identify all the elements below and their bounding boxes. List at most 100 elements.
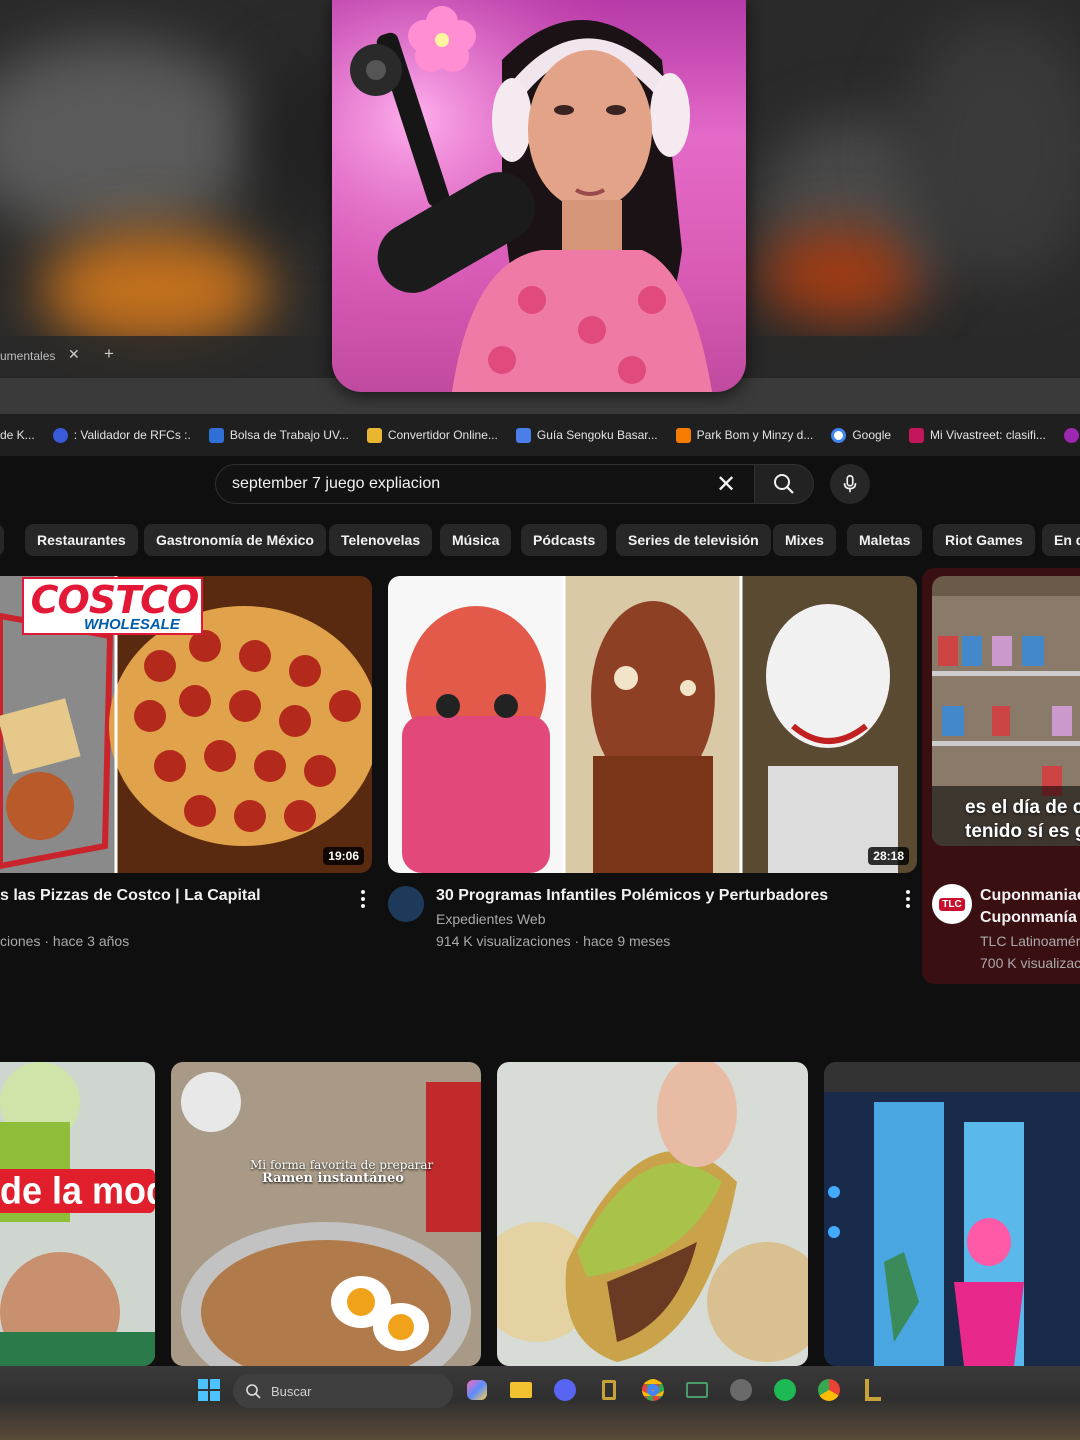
filter-chips: Restaurantes Gastronomía de México Telen… [0,524,1080,556]
short-thumbnail-taco[interactable] [497,1062,808,1366]
chip-telenovelas[interactable]: Telenovelas [329,524,433,556]
chip-series[interactable]: Series de televisión [616,524,771,556]
bookmark-label: Guía Sengoku Basar... [536,428,658,442]
bookmark-label: Convertidor Online... [387,428,498,442]
chip-podcasts[interactable]: Pódcasts [521,524,608,556]
bookmark-label: Google [852,428,892,442]
converter-icon [366,427,382,443]
app-icon[interactable] [597,1378,621,1402]
windows-icon [198,1379,220,1401]
bookmark-9[interactable]: Le [1063,427,1080,443]
microphone-icon [843,474,857,493]
search-icon [246,1384,261,1399]
clear-search-icon[interactable]: ✕ [714,470,738,499]
blogger-icon [675,427,691,443]
bookmark-8[interactable]: Mi Vivastreet: clasifi... [909,427,1046,443]
tlc-avatar-text: TLC [939,897,965,911]
windows-start-button[interactable] [197,1378,221,1402]
bookmarks-bar: de K... : Validador de RFCs :. Bolsa de … [0,414,1080,456]
short-thumbnail-ramen[interactable] [171,1062,481,1366]
windows-taskbar [0,1366,1080,1440]
taco-image [497,1062,808,1366]
bookmark-7[interactable]: Google [831,427,892,443]
short-thumbnail-moda[interactable] [0,1062,155,1366]
google-docs-icon [515,427,531,443]
bookmark-1[interactable]: de K... [0,428,35,442]
bookmark-label: Mi Vivastreet: clasifi... [930,428,1046,442]
channel-avatar[interactable] [388,886,424,922]
video-title-line2[interactable]: Cuponmanía | [980,909,1080,927]
video-thumbnail-programas[interactable]: 28:18 [388,576,917,873]
vivastreet-icon [909,427,925,443]
chip-mixes[interactable]: Mixes [773,524,836,556]
more-options-icon[interactable] [360,890,366,908]
creepy-characters-image [388,576,917,873]
search-button[interactable] [754,464,814,504]
document-icon [208,427,224,443]
chip-partial[interactable] [0,524,4,556]
video-duration: 28:18 [868,847,909,865]
discord-icon[interactable] [553,1378,577,1402]
taskbar-search[interactable]: Buscar [233,1374,453,1408]
spotify-icon[interactable] [773,1378,797,1402]
voice-search-button[interactable] [830,464,870,504]
close-tab-icon[interactable]: ✕ [68,346,80,363]
chip-partial-end[interactable]: En d [1042,524,1080,556]
moda-caption: de la moda [0,1168,155,1214]
video-title-line1[interactable]: Cuponmaniac [980,887,1080,905]
league-icon [1063,427,1079,443]
thumbnail-overlay-line2: tenido sí es g [965,821,1080,842]
ramen-caption-line2: Ramen instantáneo [262,1171,404,1186]
steam-icon[interactable] [729,1378,753,1402]
thumbnail-overlay-line1: es el día de c [965,797,1080,818]
taskbar-search-placeholder: Buscar [271,1383,312,1399]
chip-restaurantes[interactable]: Restaurantes [25,524,138,556]
chip-riot-games[interactable]: Riot Games [933,524,1035,556]
channel-name[interactable]: TLC Latinoamér [980,933,1080,949]
bookmark-label: : Validador de RFCs :. [73,428,191,442]
streamer-webcam-image [332,0,746,392]
channel-name[interactable]: Expedientes Web [436,911,545,927]
video-meta: ciones · hace 3 años [0,933,130,949]
video-title[interactable]: 30 Programas Infantiles Polémicos y Pert… [436,887,901,905]
new-tab-button[interactable]: + [104,344,114,364]
ramen-image [171,1062,481,1366]
copilot-icon[interactable] [465,1378,489,1402]
video-meta: 914 K visualizaciones · hace 9 meses [436,933,671,949]
tlc-channel-avatar[interactable]: TLC [932,884,972,924]
grid-icon [52,427,68,443]
bookmark-2[interactable]: : Validador de RFCs :. [52,427,191,443]
search-input[interactable]: september 7 juego expliacion ✕ [215,464,755,504]
more-options-icon[interactable] [905,890,911,908]
bookmark-5[interactable]: Guía Sengoku Basar... [515,427,658,443]
webcam-overlay [332,0,746,392]
search-icon [774,474,794,494]
costco-logo: COSTCO WHOLESALE [22,577,203,635]
chip-musica[interactable]: Música [440,524,512,556]
chrome-profile-icon[interactable] [817,1378,841,1402]
bookmark-label: de K... [0,428,35,442]
ramen-caption-line1: Mi forma favorita de preparar [250,1158,434,1172]
drag-queen-image [0,1062,155,1366]
bookmark-label: Park Bom y Minzy d... [696,428,814,442]
bookmark-6[interactable]: Park Bom y Minzy d... [675,427,814,443]
app-window-icon[interactable] [685,1378,709,1402]
stage-performance-image [824,1062,1080,1366]
short-thumbnail-stage[interactable] [824,1062,1080,1366]
chip-gastronomia[interactable]: Gastronomía de México [144,524,326,556]
bookmark-3[interactable]: Bolsa de Trabajo UV... [208,427,349,443]
costco-logo-text: COSTCO [30,578,200,622]
search-query[interactable]: september 7 juego expliacion [232,475,714,493]
browser-tab-title[interactable]: umentales [0,349,55,363]
video-title[interactable]: s las Pizzas de Costco | La Capital [0,887,345,905]
video-meta: 700 K visualizac [980,955,1080,971]
video-duration: 19:06 [323,847,364,865]
bookmark-label: Bolsa de Trabajo UV... [229,428,349,442]
bookmark-4[interactable]: Convertidor Online... [366,427,498,443]
google-icon [831,427,847,443]
chrome-icon[interactable] [641,1378,665,1402]
file-explorer-icon[interactable] [509,1378,533,1402]
chip-maletas[interactable]: Maletas [847,524,923,556]
league-of-legends-icon[interactable] [861,1378,885,1402]
wholesale-logo-text: WHOLESALE [84,616,180,633]
